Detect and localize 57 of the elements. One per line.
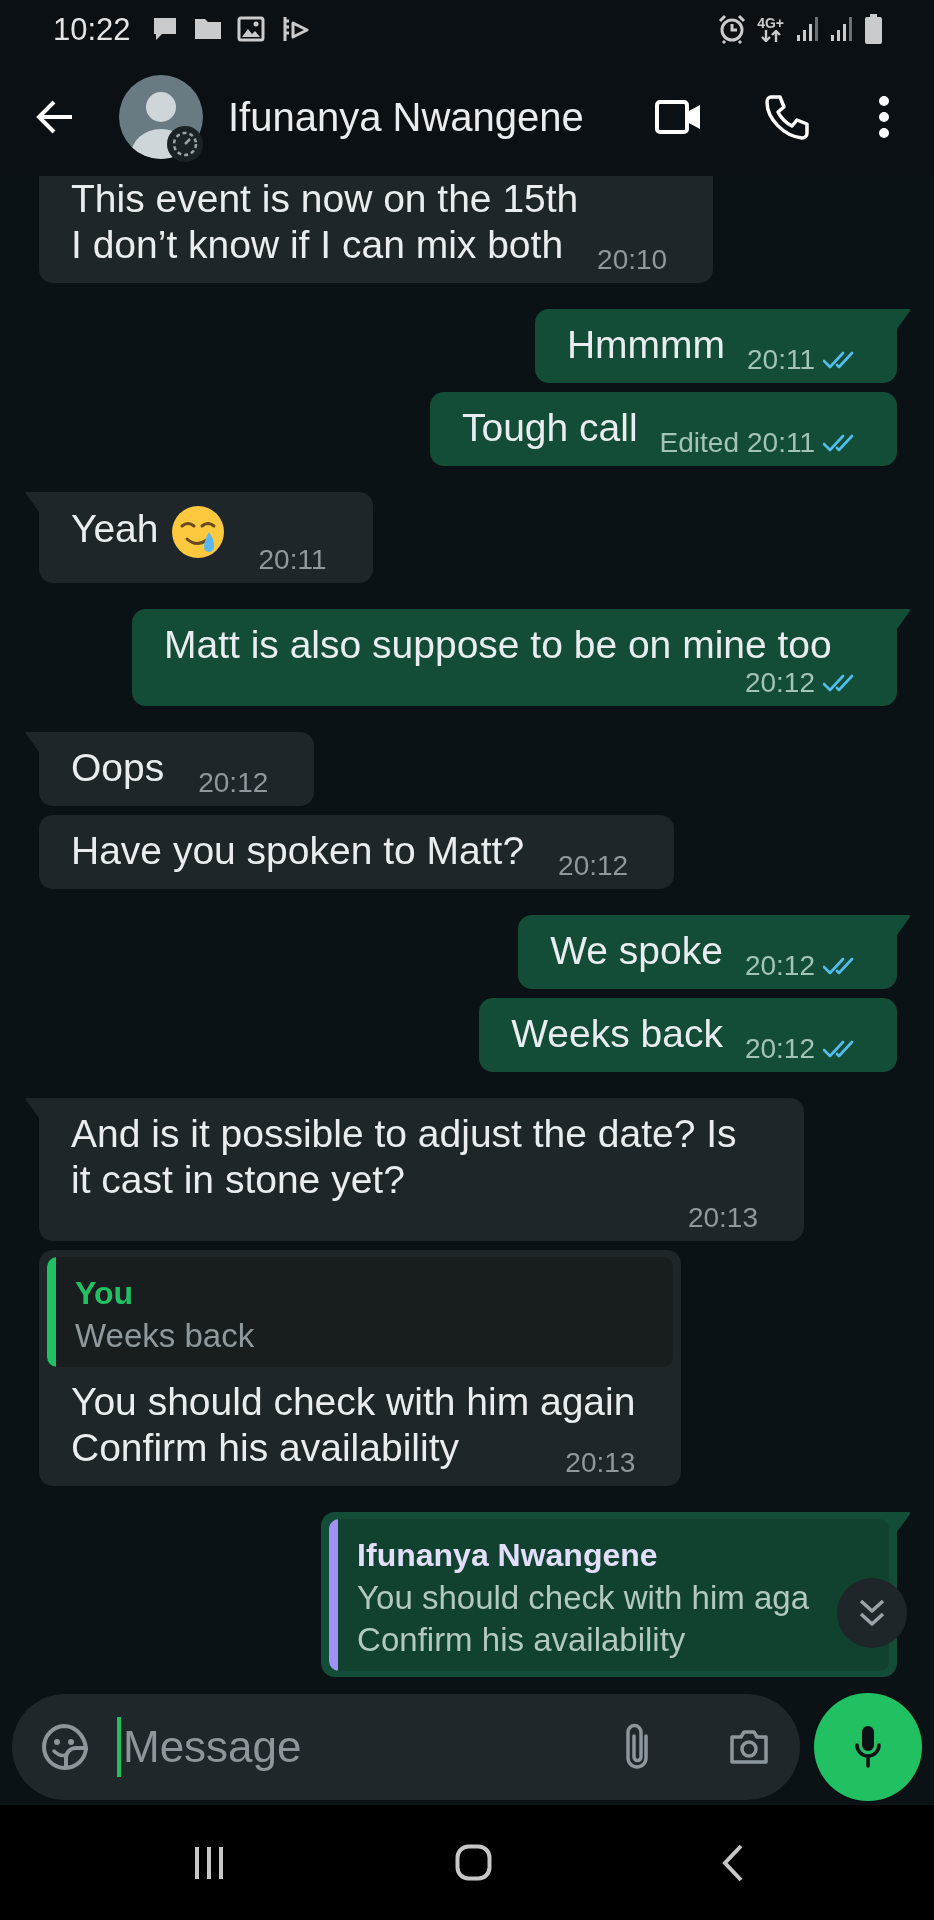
message-text: Tough call — [461, 406, 638, 449]
message-text: And is it possible to adjust the date? Is it cast in stone yet? — [71, 1112, 737, 1201]
quoted-text: You should check with him aga Confirm his availability — [357, 1578, 809, 1660]
message-time: 20:11 — [747, 345, 815, 375]
message-text: Oops — [71, 746, 165, 789]
back-icon[interactable] — [721, 1842, 744, 1883]
message-time: 20:12 — [744, 951, 815, 981]
edited-label: Edited — [659, 428, 739, 458]
folder-icon — [193, 17, 222, 41]
double-chevron-icon — [858, 1598, 886, 1628]
quote-author: Ifunanya Nwangene — [357, 1536, 659, 1575]
message-text: Confirm his availability — [71, 1426, 459, 1469]
image-icon — [236, 16, 265, 42]
message-time: 20:12 — [744, 668, 815, 698]
quoted-message[interactable]: You Weeks back — [47, 1257, 674, 1367]
quoted-text: Weeks back — [75, 1316, 255, 1356]
recent-apps-icon[interactable] — [193, 1844, 226, 1881]
play-logo-icon — [281, 15, 309, 43]
phone-icon[interactable] — [765, 94, 809, 140]
back-arrow-icon[interactable] — [36, 99, 74, 135]
sticker-icon[interactable] — [42, 1723, 88, 1770]
message-text: Weeks back — [511, 1012, 723, 1055]
message-text: Yeah — [71, 507, 159, 551]
data-arrows-icon — [759, 30, 782, 42]
message-text: Matt is also suppose to be on mine too — [164, 623, 832, 666]
video-camera-icon[interactable] — [655, 100, 702, 134]
menu-icon[interactable] — [878, 94, 890, 140]
quote-author: You — [75, 1274, 135, 1313]
message-text: Hmmmm — [566, 323, 725, 366]
signal-icon — [830, 15, 854, 43]
message-text: You should check with him again — [71, 1379, 636, 1425]
smiling-face-with-tear-icon — [170, 505, 225, 559]
contact-name[interactable]: Ifunanya Nwangene — [228, 93, 584, 141]
message-composer[interactable]: Message — [12, 1693, 800, 1800]
camera-icon[interactable] — [728, 1728, 770, 1765]
timer-badge-icon — [167, 126, 203, 162]
message-input[interactable]: Message — [117, 1716, 612, 1777]
message-time: 20:12 — [744, 1034, 815, 1064]
home-icon[interactable] — [455, 1844, 492, 1881]
message-text: This event is now on the 15th — [71, 176, 579, 222]
message-text: Have you spoken to Matt? — [71, 829, 525, 872]
signal-icon — [796, 15, 820, 43]
message-time: 20:10 — [597, 245, 668, 275]
message-time: 20:11 — [747, 428, 815, 458]
message-text: I don’t know if I can mix both — [71, 223, 564, 266]
network-type: 4G+ — [757, 16, 784, 30]
quoted-message[interactable]: Ifunanya Nwangene You should check with him aga Confirm his availability — [329, 1519, 889, 1671]
message-time: 20:12 — [558, 851, 629, 881]
message-time: 20:13 — [687, 1203, 758, 1233]
status-time: 10:22 — [53, 13, 131, 45]
message-text: We spoke — [550, 929, 723, 972]
message-time: 20:11 — [258, 545, 327, 575]
alarm-clock-icon — [717, 14, 748, 44]
battery-icon — [864, 14, 883, 44]
message-time: 20:13 — [565, 1448, 636, 1478]
microphone-icon — [854, 1723, 882, 1770]
message-time: 20:12 — [198, 768, 269, 798]
